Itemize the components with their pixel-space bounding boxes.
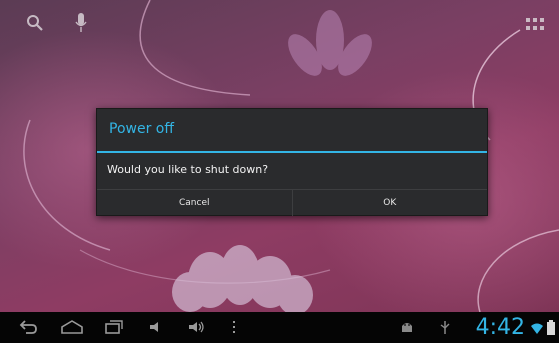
usb-icon <box>440 321 450 334</box>
dialog-button-bar: Cancel OK <box>97 189 487 216</box>
all-apps-icon[interactable] <box>526 18 544 32</box>
back-icon[interactable] <box>18 319 38 335</box>
ok-button[interactable]: OK <box>293 190 488 216</box>
search-icon[interactable] <box>26 14 44 32</box>
menu-icon[interactable] <box>228 319 240 335</box>
dialog-message: Would you like to shut down? <box>107 163 269 176</box>
volume-up-icon[interactable] <box>186 319 206 335</box>
wifi-icon <box>531 323 543 334</box>
microphone-icon[interactable] <box>74 12 88 34</box>
android-debug-icon <box>402 323 412 332</box>
power-off-dialog: Power off Would you like to shut down? C… <box>96 108 488 216</box>
cancel-button[interactable]: Cancel <box>97 190 293 216</box>
system-navigation-bar: 4:42 <box>0 312 559 343</box>
home-icon[interactable] <box>60 319 84 335</box>
status-clock: 4:42 <box>475 315 525 340</box>
recent-apps-icon[interactable] <box>104 319 124 335</box>
dialog-title: Power off <box>109 121 174 137</box>
android-screen: Power off Would you like to shut down? C… <box>0 0 559 343</box>
volume-down-icon[interactable] <box>146 319 166 335</box>
battery-icon <box>547 320 555 335</box>
dialog-title-divider <box>97 151 487 153</box>
